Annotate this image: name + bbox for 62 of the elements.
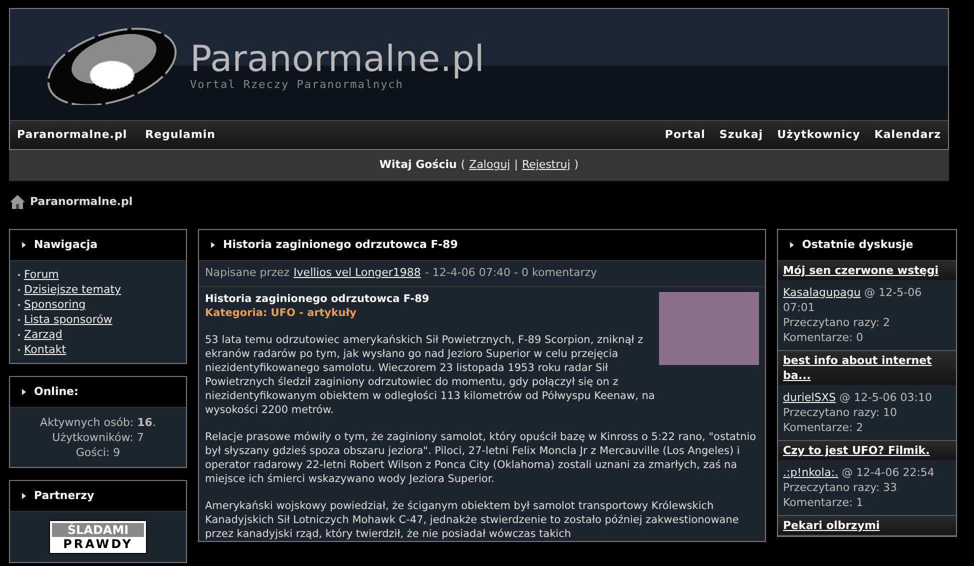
topic-byline: Kasalagupagu @ 12-5-06 07:01 — [783, 285, 923, 315]
online-stat: Aktywnych osób: 16. — [40, 415, 156, 430]
arrow-icon — [22, 389, 26, 395]
article-paragraph: Amerykański wojskowy powiedział, że ściganym obiektem był samolot transportowy Królewskich Kanadyjskich Sił Lotniczych Mohawk C-47, jednakże stwierdzenie to zostało później zakwestionowane przez kanadyjski rząd, który twierdził, że nie posiadał wówczas takich — [205, 499, 740, 541]
navigation-link[interactable]: Zarząd — [24, 327, 62, 342]
arrow-icon — [22, 493, 26, 499]
user-link[interactable]: .:p!nkola:. — [783, 466, 838, 479]
meta-text: Napisane przez — [205, 265, 290, 282]
topic-reads: Przeczytano razy: 2 — [783, 315, 892, 330]
nav-link[interactable]: Regulamin — [145, 126, 216, 144]
welcome-text: Witaj Gościu — [379, 157, 457, 174]
topic-byline: .:p!nkola:. @ 12-4-06 22:54 — [783, 465, 936, 480]
panel-title: Nawigacja — [34, 236, 98, 253]
topic-link[interactable]: Mój sen czerwone wstęgi — [783, 263, 951, 278]
topic-link[interactable]: best info about internet ba... — [783, 353, 951, 383]
panel-title: Partnerzy — [34, 488, 94, 504]
meta-text: - 12-4-06 07:40 - 0 komentarzy — [424, 265, 598, 282]
arrow-icon — [790, 242, 794, 248]
topic-comments: Komentarze: 2 — [783, 420, 864, 435]
topic-comments: Komentarze: 1 — [783, 495, 864, 510]
separator-text: | — [514, 157, 518, 174]
author-link[interactable]: Ivellios vel Longer1988 — [294, 265, 421, 282]
panel-title: Ostatnie dyskusje — [802, 236, 914, 253]
nav-link[interactable]: Kalendarz — [874, 126, 941, 144]
partner-banner[interactable]: ŚLADAMI PRAWDY — [49, 520, 147, 554]
navigation-link[interactable]: Lista sponsorów — [24, 312, 112, 327]
home-icon — [9, 194, 26, 210]
user-link[interactable]: durielSXS — [783, 391, 836, 404]
login-link[interactable]: Zaloguj — [469, 157, 510, 174]
panel-title: Historia zaginionego odrzutowca F-89 — [223, 236, 458, 253]
article-title: Historia zaginionego odrzutowca F-89 — [205, 292, 430, 306]
logo-subtitle: Vortal Rzeczy Paranormalnych — [190, 79, 404, 90]
banner-text: ŚLADAMI — [52, 523, 144, 537]
nav-link[interactable]: Szukaj — [719, 126, 764, 144]
arrow-icon — [211, 242, 215, 248]
paren-text: ) — [574, 157, 579, 174]
online-stat: Użytkowników: 7 — [52, 430, 144, 445]
navigation-link[interactable]: Sponsoring — [24, 297, 86, 312]
nav-link[interactable]: Użytkownicy — [777, 126, 860, 144]
breadcrumb-link[interactable]: Paranormalne.pl — [30, 194, 133, 210]
register-link[interactable]: Rejestruj — [522, 157, 570, 174]
navigation-link[interactable]: Forum — [24, 267, 59, 282]
topic-link[interactable]: Pekari olbrzymi — [783, 518, 951, 533]
topic-link[interactable]: Czy to jest UFO? Filmik. — [783, 443, 951, 458]
topic-reads: Przeczytano razy: 10 — [783, 405, 898, 420]
topic-comments: Komentarze: 0 — [783, 330, 864, 345]
paren-text: ( — [460, 157, 466, 174]
online-stat: Gości: 9 — [76, 445, 120, 460]
navigation-link[interactable]: Dzisiejsze tematy — [24, 282, 122, 297]
nav-link[interactable]: Portal — [664, 126, 706, 144]
navigation-link[interactable]: Kontakt — [24, 342, 66, 357]
topic-byline: durielSXS @ 12-5-06 03:10 — [783, 390, 933, 405]
arrow-icon — [22, 242, 26, 248]
panel-title: Online: — [34, 384, 78, 400]
article-paragraph: 53 lata temu odrzutowiec amerykańskich Sił Powietrznych, F-89 Scorpion, zniknął z ekranów radarów po tym, jak wysłano go nad Jezioro Superior w celu przejęcia niezidentyfikowanego samolotu. Wieczorem 23 listopada 1953 roku radar Sił Powietrznych śledził zaginiony odrzutowiec do momentu, gdy połączył się on z niezidentyfikowanym obiektem w odległości 113 kilometrów od Półwyspu Keenaw, na wysokości 2200 metrów. — [205, 333, 655, 417]
topic-reads: Przeczytano razy: 33 — [783, 480, 898, 495]
banner-text: PRAWDY — [62, 537, 134, 551]
article-category: Kategoria: UFO - artykuły — [205, 306, 358, 320]
nav-link[interactable]: Paranormalne.pl — [17, 126, 128, 144]
user-link[interactable]: Kasalagupagu — [783, 286, 861, 299]
logo-title: Paranormalne.pl — [190, 41, 484, 79]
article-paragraph: Relacje prasowe mówiły o tym, że zaginiony samolot, który opuścił bazę w Kinross o 5:22 rano, "ostatnio był słyszany gdzieś spoza obszaru jeziora". Piloci, 27-letni Felix Moncla Jr z Mercauville (Los Angeles) i operator radarowy 22-letni Robert Wilson z Ponca City (Oklahoma) zostali uznani za zmarłych, zaś na miejsce ich śmierci wskazywano wody Jeziora Superior. — [205, 430, 758, 486]
